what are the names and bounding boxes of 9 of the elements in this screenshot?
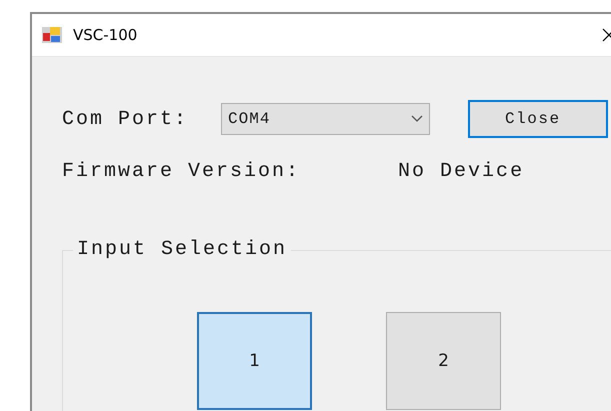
input-button[interactable]: 2	[386, 312, 501, 410]
com-port-label: Com Port:	[62, 108, 188, 130]
group-title: Input Selection	[73, 238, 292, 261]
com-port-dropdown[interactable]: COM4	[221, 103, 430, 135]
input-button[interactable]: 1	[197, 312, 312, 410]
window-title: VSC-100	[73, 26, 138, 44]
firmware-version-value: No Device	[398, 160, 524, 182]
close-button[interactable]: Close	[468, 100, 608, 138]
firmware-version-label: Firmware Version:	[62, 160, 300, 182]
